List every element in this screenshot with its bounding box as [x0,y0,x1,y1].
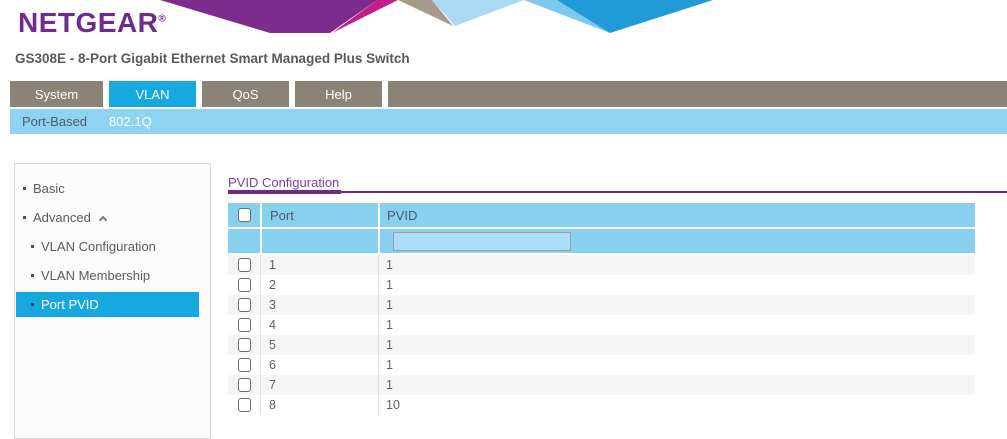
title-rule [341,191,1007,193]
table-row: 5 1 [228,335,975,355]
bullet-icon [23,216,26,219]
sidebar-item-label: Advanced [33,210,91,225]
page: NETGEAR® GS308E - 8-Port Gigabit Etherne… [0,0,1007,439]
port-cell: 8 [260,395,378,415]
sidebar-item-label: VLAN Configuration [41,239,156,254]
table-body: 1 1 2 1 3 1 4 1 5 1 [228,255,975,415]
row-select-checkbox[interactable] [238,318,251,332]
pvid-cell: 1 [378,375,975,395]
tab-vlan[interactable]: VLAN [109,81,196,107]
sidebar-item-basic[interactable]: Basic [15,174,210,203]
port-cell: 1 [260,255,378,275]
subnav-item-port-based[interactable]: Port-Based [22,114,87,129]
port-cell: 2 [260,275,378,295]
sidebar-item-label: Port PVID [41,297,99,312]
page-title: PVID Configuration [228,175,339,190]
pvid-table: Port PVID 1 1 2 1 3 1 [228,203,975,415]
sidebar-item-label: Basic [33,181,65,196]
collapse-caret-icon [99,215,107,223]
bullet-icon [31,245,34,248]
bullet-icon [31,274,34,277]
select-all-checkbox[interactable] [238,208,251,222]
pvid-cell: 10 [378,395,975,415]
column-header-pvid: PVID [378,203,975,227]
row-select-checkbox[interactable] [238,338,251,352]
port-cell: 5 [260,335,378,355]
port-cell: 6 [260,355,378,375]
bullet-icon [31,303,34,306]
table-input-row [228,229,975,253]
sidebar-item-vlan-membership[interactable]: VLAN Membership [15,261,210,290]
nav-filler [388,81,1007,107]
row-select-checkbox[interactable] [238,358,251,372]
pvid-cell: 1 [378,335,975,355]
table-row: 7 1 [228,375,975,395]
subnav-item-8021q[interactable]: 802.1Q [109,114,152,129]
port-cell: 7 [260,375,378,395]
table-row: 8 10 [228,395,975,415]
device-title: GS308E - 8-Port Gigabit Ethernet Smart M… [15,51,410,66]
bullet-icon [23,187,26,190]
tab-system[interactable]: System [10,81,103,107]
sub-nav: Port-Based 802.1Q [10,109,1007,134]
sidebar-item-port-pvid[interactable]: Port PVID [16,292,199,317]
pvid-input[interactable] [393,232,571,251]
row-select-checkbox[interactable] [238,258,251,272]
registered-mark-icon: ® [158,14,166,25]
table-row: 4 1 [228,315,975,335]
table-row: 3 1 [228,295,975,315]
pvid-cell: 1 [378,275,975,295]
table-header-row: Port PVID [228,203,975,227]
pvid-cell: 1 [378,355,975,375]
port-cell: 3 [260,295,378,315]
top-nav: System VLAN QoS Help [10,81,1007,107]
sidebar: Basic Advanced VLAN Configuration VLAN M… [14,163,211,439]
row-select-checkbox[interactable] [238,278,251,292]
tab-qos[interactable]: QoS [202,81,289,107]
row-select-checkbox[interactable] [238,378,251,392]
pvid-cell: 1 [378,295,975,315]
row-select-checkbox[interactable] [238,398,251,412]
column-header-port: Port [260,203,378,227]
table-row: 2 1 [228,275,975,295]
pvid-cell: 1 [378,315,975,335]
title-underline [228,190,341,194]
logo-text: NETGEAR [18,7,158,38]
row-select-checkbox[interactable] [238,298,251,312]
tab-help[interactable]: Help [295,81,382,107]
netgear-logo: NETGEAR® [18,7,166,39]
table-row: 1 1 [228,255,975,275]
sidebar-item-advanced[interactable]: Advanced [15,203,210,232]
table-row: 6 1 [228,355,975,375]
port-cell: 4 [260,315,378,335]
sidebar-item-label: VLAN Membership [41,268,150,283]
sidebar-item-vlan-configuration[interactable]: VLAN Configuration [15,232,210,261]
pvid-cell: 1 [378,255,975,275]
